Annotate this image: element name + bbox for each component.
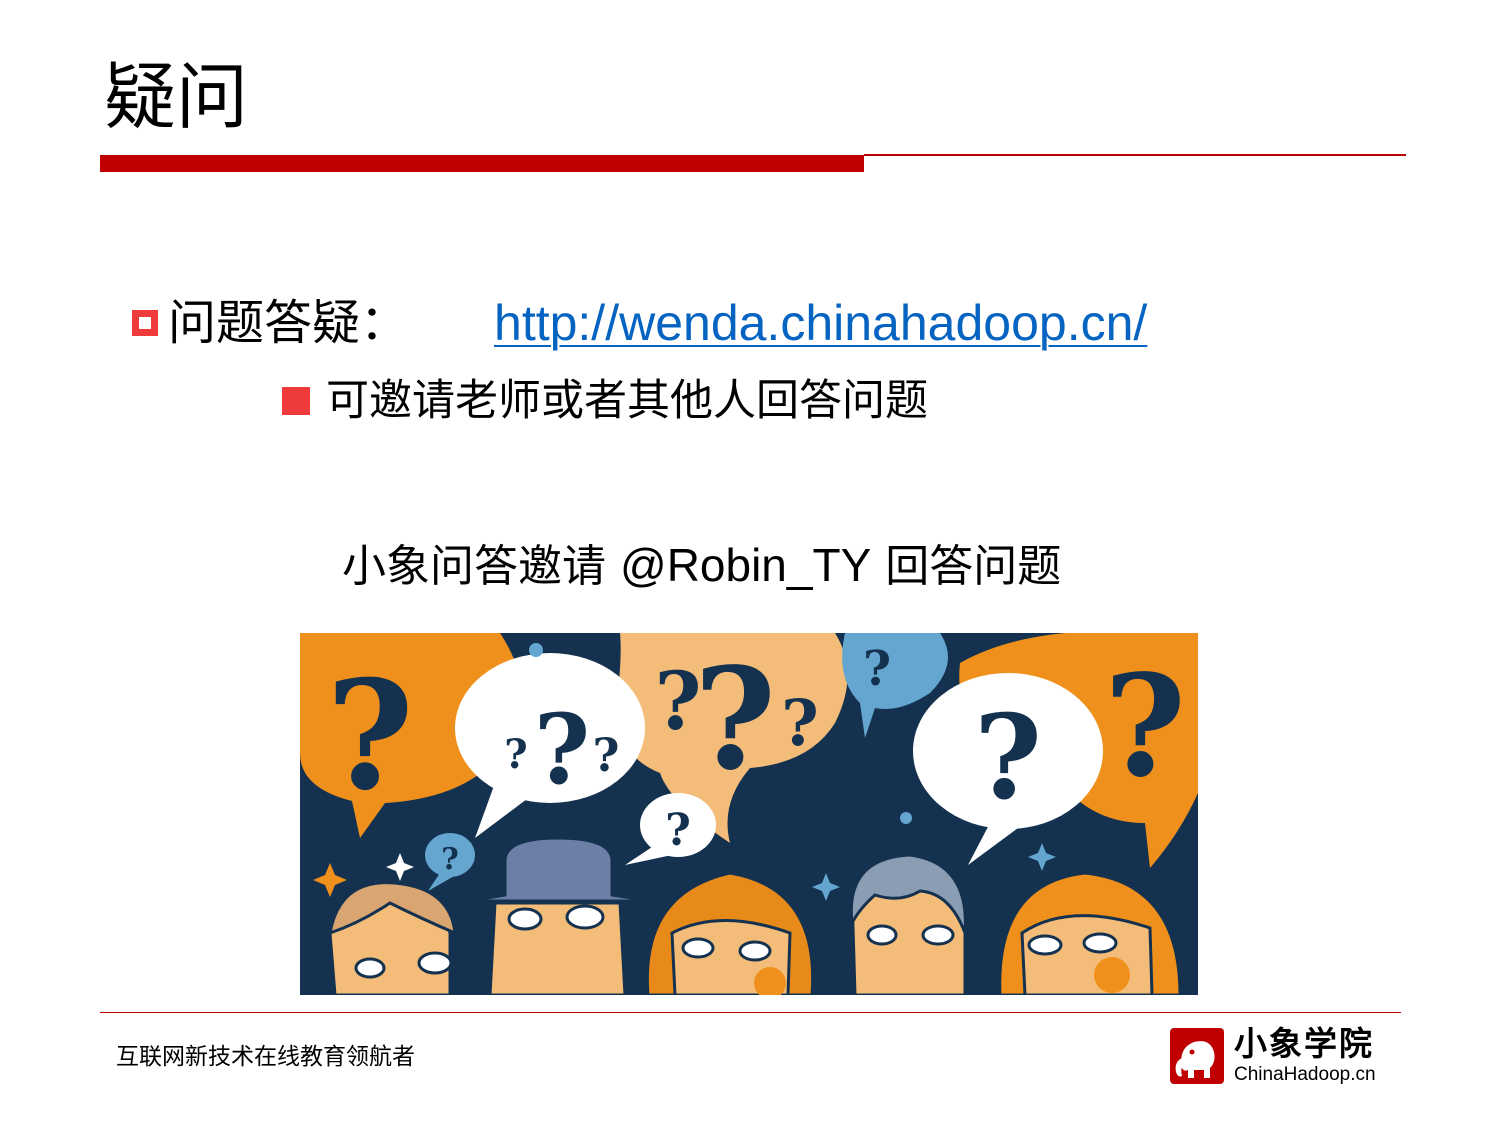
question-mark-icon: ? <box>781 686 819 761</box>
logo-name: 小象学院 <box>1234 1024 1374 1063</box>
invite-user-mention: @Robin_TY <box>620 539 872 591</box>
footer-divider <box>100 1012 1401 1013</box>
slide-title: 疑问 <box>104 55 249 139</box>
question-mark-icon: ? <box>974 690 1042 826</box>
hollow-square-bullet-icon <box>132 310 158 336</box>
question-illustration-art: ? ? ? ? ? ? ? ? ? ? ? ? <box>300 633 1198 995</box>
bullet-qa: 问题答疑： http://wenda.chinahadoop.cn/ <box>132 292 1147 354</box>
question-illustration: ? ? ? ? ? ? ? ? ? ? ? ? <box>300 633 1198 995</box>
question-mark-icon: ? <box>665 805 691 856</box>
footer-slogan: 互联网新技术在线教育领航者 <box>116 1044 415 1070</box>
title-underline-thin <box>864 154 1406 156</box>
sub-bullet-text: 可邀请老师或者其他人回答问题 <box>326 376 928 426</box>
invite-example: 小象问答邀请 @Robin_TY 回答问题 <box>342 536 1061 596</box>
bullet-qa-label: 问题答疑： <box>168 295 409 351</box>
question-mark-icon: ? <box>326 648 414 824</box>
question-mark-icon: ? <box>694 638 776 802</box>
filled-square-bullet-icon <box>282 387 310 415</box>
invite-prefix: 小象问答邀请 <box>342 541 606 592</box>
logo-domain: ChinaHadoop.cn <box>1234 1064 1376 1085</box>
elephant-icon <box>1170 1028 1224 1084</box>
footer-logo: 小象学院 ChinaHadoop.cn <box>1170 1024 1390 1086</box>
sub-bullet-invite: 可邀请老师或者其他人回答问题 <box>282 372 928 430</box>
qa-site-link[interactable]: http://wenda.chinahadoop.cn/ <box>494 293 1147 353</box>
question-mark-icon: ? <box>863 641 891 697</box>
question-mark-icon: ? <box>534 693 590 806</box>
invite-suffix: 回答问题 <box>885 541 1062 592</box>
question-mark-icon: ? <box>593 728 620 782</box>
question-mark-icon: ? <box>1104 645 1186 809</box>
question-mark-icon: ? <box>504 731 527 778</box>
question-mark-icon: ? <box>441 842 459 877</box>
title-underline-thick <box>100 155 864 172</box>
